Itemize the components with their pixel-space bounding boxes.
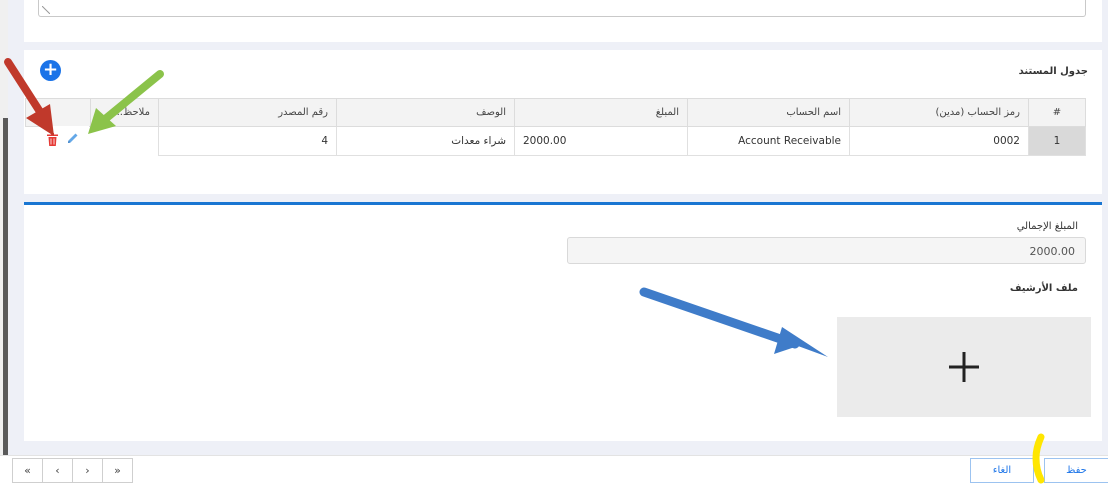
- pager: « ‹ › »: [12, 458, 133, 483]
- table-header-row: # رمز الحساب (مدين) اسم الحساب المبلغ ال…: [90, 98, 1086, 127]
- col-description[interactable]: الوصف: [336, 98, 515, 127]
- previous-page-button[interactable]: ‹: [42, 458, 72, 483]
- last-page-button[interactable]: »: [102, 458, 133, 483]
- table-row[interactable]: 1 0002 Account Receivable 2000.00 شراء م…: [90, 126, 1086, 156]
- col-reference-no[interactable]: رقم المصدر: [158, 98, 337, 127]
- cell-amount: 2000.00: [514, 126, 688, 156]
- total-amount-label: المبلغ الإجمالي: [1016, 221, 1078, 232]
- summary-card: المبلغ الإجمالي 2000.00 ملف الأرشيف: [24, 205, 1102, 441]
- total-amount-field: 2000.00: [567, 237, 1086, 264]
- col-amount[interactable]: المبلغ: [514, 98, 688, 127]
- resize-handle-icon[interactable]: [42, 6, 50, 14]
- row-actions: [41, 126, 89, 154]
- left-edge: [0, 0, 8, 455]
- cell-index: 1: [1028, 126, 1086, 156]
- notes-textarea[interactable]: [38, 0, 1086, 17]
- bottom-bar: « ‹ › » الغاء حفظ: [0, 455, 1108, 485]
- archive-file-label: ملف الأرشيف: [1009, 283, 1078, 294]
- first-page-button[interactable]: «: [12, 458, 42, 483]
- save-button[interactable]: حفظ: [1044, 458, 1108, 483]
- left-scroll-track: [3, 118, 8, 455]
- trash-icon[interactable]: [47, 133, 58, 146]
- next-page-button[interactable]: ›: [72, 458, 102, 483]
- col-notes[interactable]: ملاحظ...: [90, 98, 159, 127]
- cancel-button[interactable]: الغاء: [970, 458, 1034, 483]
- document-table: # رمز الحساب (مدين) اسم الحساب المبلغ ال…: [90, 98, 1086, 156]
- cell-reference-no: 4: [158, 126, 337, 156]
- col-index: #: [1028, 98, 1086, 127]
- plus-icon: +: [42, 59, 59, 80]
- plus-icon: [949, 352, 979, 382]
- document-table-title: جدول المستند: [1018, 66, 1088, 77]
- cell-account-name: Account Receivable: [687, 126, 850, 156]
- col-account-code[interactable]: رمز الحساب (مدين): [849, 98, 1029, 127]
- col-account-name[interactable]: اسم الحساب: [687, 98, 850, 127]
- archive-upload-dropzone[interactable]: [837, 317, 1091, 417]
- add-row-button[interactable]: +: [40, 60, 61, 81]
- cell-account-code: 0002: [849, 126, 1029, 156]
- pencil-icon[interactable]: [66, 132, 79, 145]
- cell-notes: [90, 126, 159, 156]
- cell-description: شراء معدات: [336, 126, 515, 156]
- actions-header: [25, 98, 90, 127]
- document-table-card: جدول المستند + # رمز الحساب (مدين) اسم ا…: [24, 50, 1102, 194]
- notes-card: [24, 0, 1102, 42]
